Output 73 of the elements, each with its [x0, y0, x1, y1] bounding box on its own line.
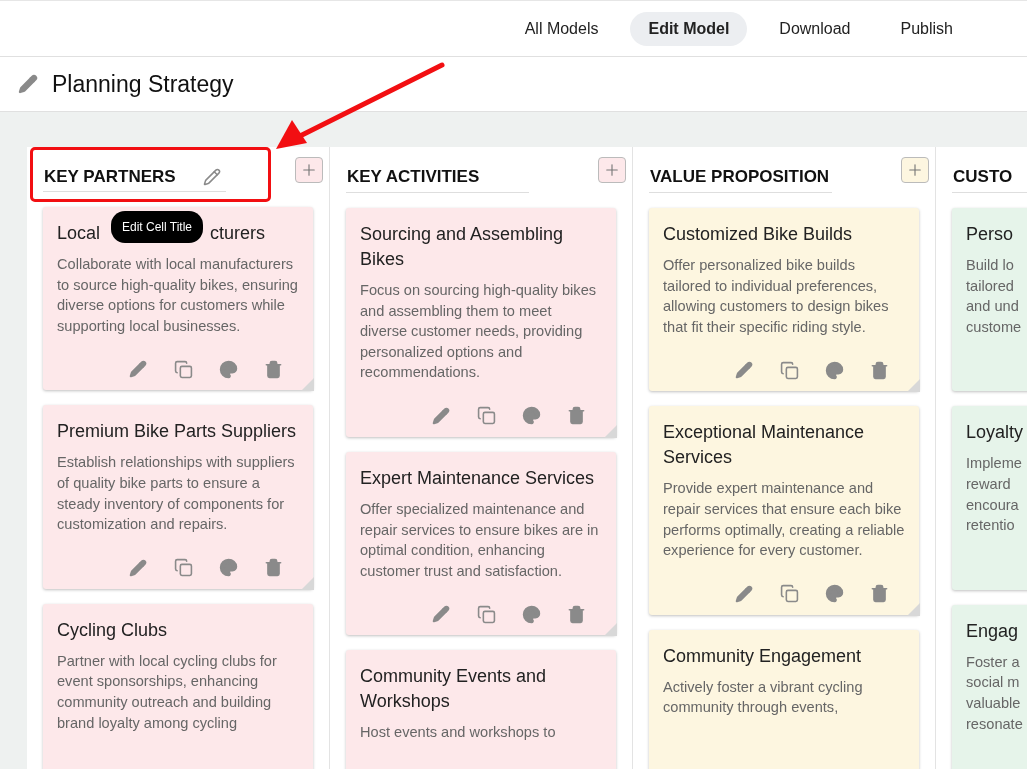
palette-icon — [824, 584, 844, 604]
card-description: Offer specialized maintenance and repair services to ensure bikes are in optimal condition, enhancing customer trust and satisfaction. — [360, 499, 600, 581]
card-title: Sourcing and Assembling Bikes — [360, 223, 565, 271]
copy-icon — [476, 406, 496, 426]
folded-corner-icon — [907, 379, 920, 393]
add-button[interactable] — [598, 157, 626, 183]
palette-icon — [218, 558, 238, 578]
card-description: Provide expert maintenance and repair services that ensure each bike performs optimally, creating a reliable experience for every customer. — [663, 479, 905, 561]
title-field[interactable]: KEY PARTNERS — [43, 164, 203, 189]
card-description: Establish relationships with suppliers of quality bike parts to ensure a steady inventory of components for customization and repairs. — [57, 453, 296, 535]
card-description: Impleme reward encoura retentio — [966, 454, 1023, 536]
folded-corner-icon — [301, 576, 314, 590]
card-title: Engag — [966, 619, 1019, 643]
card-description: Build lo tailored and und custome — [966, 256, 1023, 337]
copy-icon — [779, 584, 799, 604]
card-title: Local — [57, 222, 101, 245]
card-title: Exceptional Maintenance Services — [663, 421, 866, 470]
copy-icon — [476, 604, 496, 624]
plus-icon — [906, 161, 924, 179]
pencil-icon — [129, 558, 147, 577]
folded-corner-icon — [604, 623, 617, 637]
tooltip: Edit Cell Title — [111, 211, 204, 243]
pencil-icon — [129, 360, 147, 379]
card-title: Loyalty — [966, 421, 1024, 445]
trash-icon — [263, 359, 283, 379]
nav-tab[interactable]: Download — [761, 11, 869, 46]
card-title: Community Events and Workshops — [360, 665, 548, 714]
pencil-icon — [735, 361, 753, 380]
card-description: Host events and workshops to — [360, 723, 557, 743]
copy-icon — [173, 558, 193, 578]
trash-icon — [566, 604, 586, 624]
folded-corner-icon — [907, 602, 920, 616]
card-title: Customized Bike Builds — [663, 223, 853, 246]
card-description: Foster a social m valuable resonate — [966, 652, 1024, 734]
add-button[interactable] — [901, 157, 929, 183]
edit-icon[interactable] — [203, 167, 221, 186]
pencil-icon — [432, 406, 450, 425]
plus-icon — [300, 161, 318, 179]
palette-icon — [824, 360, 844, 380]
card-description: Focus on sourcing high-quality bikes and assembling them to meet diverse customer needs, providing personalized options and recommendations. — [360, 281, 598, 383]
model-title: Planning Strategy — [52, 70, 234, 98]
column-title: KEY ACTIVITIES — [346, 164, 529, 193]
palette-icon — [521, 604, 541, 624]
palette-icon — [521, 406, 541, 426]
edit-icon[interactable] — [18, 74, 38, 94]
trash-icon — [869, 584, 889, 604]
copy-icon — [779, 360, 799, 380]
column-title: VALUE PROPOSITION — [649, 164, 832, 193]
nav-tab[interactable]: All Models — [506, 11, 617, 46]
card-title: Community Engagement — [663, 644, 862, 668]
card-description: Collaborate with local manufacturers to source high-quality bikes, ensuring diverse options for customers while supporting local businesses. — [57, 255, 299, 336]
card-description: Actively foster a vibrant cycling community through events, — [663, 677, 864, 718]
trash-icon — [263, 558, 283, 578]
folded-corner-icon — [301, 378, 314, 392]
palette-icon — [218, 359, 238, 379]
pencil-icon — [735, 584, 753, 603]
card-description: Offer personalized bike builds tailored to individual preferences, allowing customers to design bikes that fit their specific riding style. — [663, 256, 890, 337]
column-title: CUSTO — [952, 164, 1027, 193]
trash-icon — [869, 360, 889, 380]
folded-corner-icon — [604, 424, 617, 438]
card-title: Perso — [966, 223, 1014, 246]
nav-tab[interactable]: Publish — [882, 11, 971, 46]
card-title: Cycling Clubs — [57, 618, 168, 642]
copy-icon — [173, 359, 193, 379]
card-title: cturers — [210, 222, 266, 245]
pencil-icon — [432, 605, 450, 624]
card-title: Premium Bike Parts Suppliers — [57, 420, 297, 444]
nav-tab[interactable]: Edit Model — [630, 11, 748, 46]
card-title: Expert Maintenance Services — [360, 466, 595, 490]
add-button[interactable] — [295, 157, 323, 183]
plus-icon — [603, 161, 621, 179]
card-description: Partner with local cycling clubs for event sponsorships, enhancing community outreach and building brand loyalty among cycling — [57, 651, 278, 733]
trash-icon — [566, 406, 586, 426]
